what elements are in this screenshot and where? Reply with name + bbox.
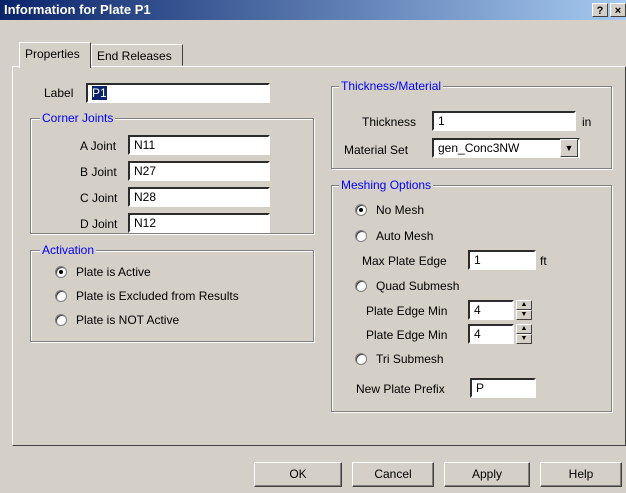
plate-not-active-label: Plate is NOT Active <box>76 313 180 327</box>
quad-submesh-label: Quad Submesh <box>376 279 460 293</box>
plate-edge-min-1-spinner[interactable]: ▲ ▼ <box>516 300 532 320</box>
label-caption: Label <box>44 86 74 100</box>
max-plate-edge-unit: ft <box>540 254 547 268</box>
d-joint-input[interactable]: N12 <box>128 213 270 233</box>
c-joint-input[interactable]: N28 <box>128 187 270 207</box>
plate-excluded-label: Plate is Excluded from Results <box>76 289 239 303</box>
a-joint-label: A Joint <box>80 139 117 153</box>
spin-down-icon[interactable]: ▼ <box>516 334 532 344</box>
activation-legend: Activation <box>40 243 97 257</box>
help-button[interactable]: ? <box>592 3 608 17</box>
help-dialog-button[interactable]: Help <box>540 462 622 487</box>
plate-edge-min-2-input[interactable]: 4 <box>468 324 514 344</box>
max-plate-edge-label: Max Plate Edge <box>362 254 447 268</box>
plate-edge-min-2-label: Plate Edge Min <box>366 328 448 342</box>
tri-submesh-radio[interactable] <box>355 353 367 365</box>
plate-edge-min-2-spinner[interactable]: ▲ ▼ <box>516 324 532 344</box>
new-plate-prefix-label: New Plate Prefix <box>356 382 445 396</box>
label-input[interactable]: P1 <box>86 83 270 103</box>
apply-button[interactable]: Apply <box>444 462 530 487</box>
material-set-label: Material Set <box>344 143 409 157</box>
d-joint-label: D Joint <box>80 217 118 231</box>
spin-up-icon[interactable]: ▲ <box>516 300 532 310</box>
quad-submesh-radio[interactable] <box>355 280 367 292</box>
thickness-unit: in <box>582 115 592 129</box>
tab-properties[interactable]: Properties <box>19 42 91 68</box>
b-joint-input[interactable]: N27 <box>128 161 270 181</box>
spin-down-icon[interactable]: ▼ <box>516 310 532 320</box>
plate-excluded-radio[interactable] <box>55 290 67 302</box>
plate-active-label: Plate is Active <box>76 265 151 279</box>
plate-not-active-radio[interactable] <box>55 314 67 326</box>
chevron-down-icon[interactable]: ▼ <box>560 139 578 157</box>
ok-button[interactable]: OK <box>254 462 342 487</box>
tri-submesh-label: Tri Submesh <box>376 352 444 366</box>
plate-edge-min-1-label: Plate Edge Min <box>366 304 448 318</box>
tab-end-releases[interactable]: End Releases <box>91 44 183 66</box>
no-mesh-radio[interactable] <box>355 204 367 216</box>
auto-mesh-label: Auto Mesh <box>376 229 434 243</box>
spin-up-icon[interactable]: ▲ <box>516 324 532 334</box>
auto-mesh-radio[interactable] <box>355 230 367 242</box>
thickness-material-legend: Thickness/Material <box>339 79 444 93</box>
window-title: Information for Plate P1 <box>4 2 151 17</box>
radio-dot <box>59 270 63 274</box>
plate-edge-min-1-input[interactable]: 4 <box>468 300 514 320</box>
thickness-label: Thickness <box>362 115 417 129</box>
a-joint-input[interactable]: N11 <box>128 135 270 155</box>
radio-dot <box>359 208 363 212</box>
plate-active-radio[interactable] <box>55 266 67 278</box>
meshing-options-legend: Meshing Options <box>339 178 434 192</box>
cancel-button[interactable]: Cancel <box>352 462 434 487</box>
b-joint-label: B Joint <box>80 165 117 179</box>
new-plate-prefix-input[interactable]: P <box>470 378 536 398</box>
material-set-select[interactable]: gen_Conc3NW <box>432 138 580 158</box>
close-button[interactable]: × <box>610 3 626 17</box>
thickness-input[interactable]: 1 <box>432 111 576 131</box>
no-mesh-label: No Mesh <box>376 203 425 217</box>
corner-joints-legend: Corner Joints <box>40 111 116 125</box>
max-plate-edge-input[interactable]: 1 <box>468 250 536 270</box>
c-joint-label: C Joint <box>80 191 118 205</box>
